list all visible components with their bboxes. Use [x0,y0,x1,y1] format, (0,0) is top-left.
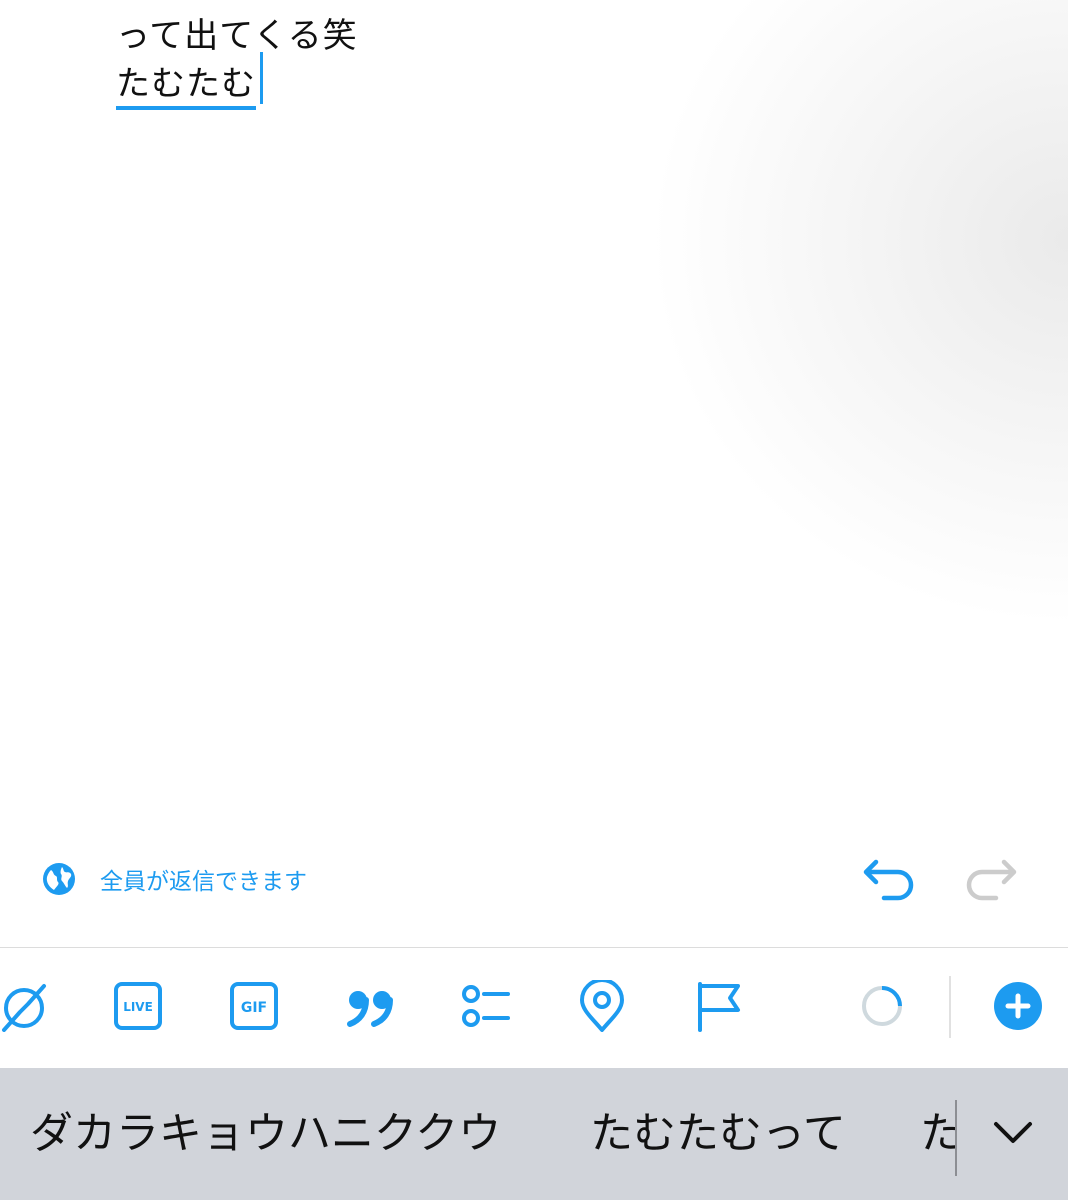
candidate-2[interactable]: たむたむって [590,1106,846,1162]
location-icon[interactable] [576,980,628,1032]
tweet-text-line-1[interactable]: って出てくる笑 [116,8,358,57]
compass-icon[interactable] [0,980,52,1032]
live-label: LIVE [123,1000,153,1014]
quote-icon[interactable] [344,980,396,1032]
reply-setting-button[interactable]: 全員が返信できます [42,862,307,896]
candidate-3-label: た [920,1109,956,1159]
marked-text: たむたむ [116,64,256,110]
reply-setting-label: 全員が返信できます [100,869,307,895]
redo-icon[interactable] [962,852,1018,904]
gif-icon[interactable]: GIF [228,980,280,1032]
compose-area[interactable]: って出てくる笑 たむたむ 全員が返信できます [0,0,1068,948]
undo-icon[interactable] [862,852,918,904]
chevron-down-icon[interactable] [988,1108,1038,1158]
poll-icon[interactable] [460,980,512,1032]
add-thread-icon[interactable] [992,980,1044,1032]
candidate-separator [955,1100,957,1176]
candidate-3[interactable]: た [920,1106,956,1162]
toolbar-separator [949,976,951,1038]
tweet-text-line-2[interactable]: たむたむ [116,56,256,110]
live-icon[interactable]: LIVE [112,980,164,1032]
gif-label: GIF [241,1000,267,1016]
globe-icon [43,863,75,895]
character-count-ring [862,986,902,1026]
candidate-1[interactable]: ダカラキョウハニククウ [30,1106,501,1162]
text-caret [260,52,263,104]
compose-toolbar: LIVE GIF [0,948,1068,1068]
flag-icon[interactable] [692,980,744,1032]
